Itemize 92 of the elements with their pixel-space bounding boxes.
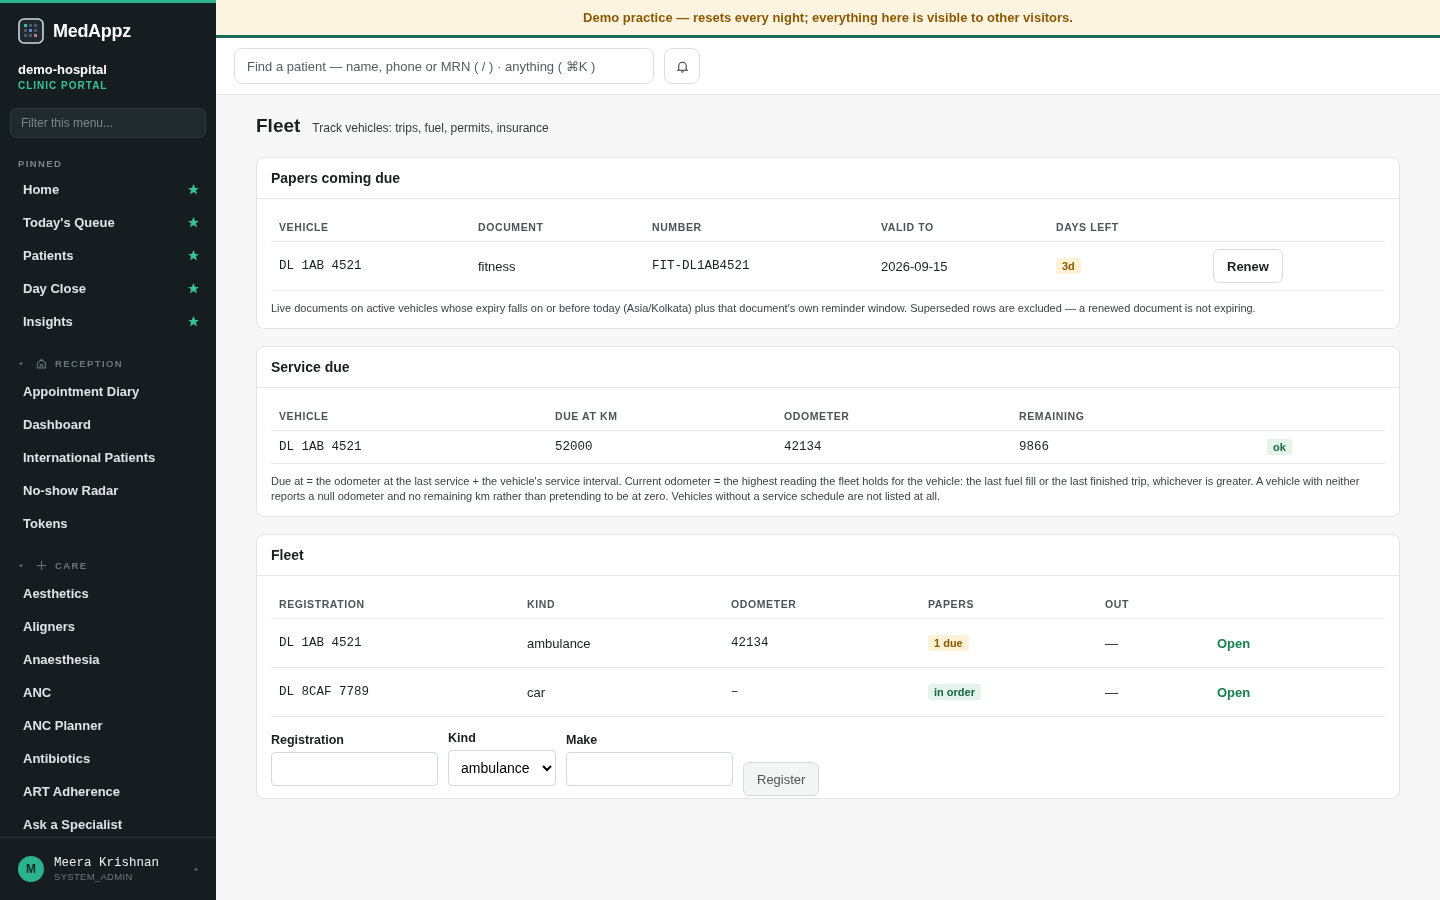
nav-item[interactable]: Aligners [0, 610, 216, 643]
status-badge: ok [1267, 439, 1292, 455]
nav-item[interactable]: Day Close [0, 272, 216, 305]
nav-item[interactable]: Antibiotics [0, 742, 216, 775]
column-header: ODOMETER [730, 598, 798, 610]
nav-group-header[interactable]: RECEPTION [0, 338, 216, 375]
page-subtitle: Track vehicles: trips, fuel, permits, insurance [312, 121, 549, 135]
star-icon [187, 183, 200, 196]
column-header: NUMBER [651, 221, 703, 233]
table-cell-text: – [730, 685, 740, 699]
nav-item[interactable]: Anaesthesia [0, 643, 216, 676]
open-link[interactable]: Open [1217, 635, 1251, 651]
house-icon [36, 358, 47, 369]
column-header: DAYS LEFT [1055, 221, 1120, 233]
column-header: PAPERS [927, 598, 975, 610]
user-role: SYSTEM_ADMIN [54, 871, 134, 882]
user-avatar: M [18, 856, 44, 882]
table-cell-text: 42134 [730, 636, 770, 650]
renew-button[interactable]: Renew [1213, 249, 1283, 283]
org-name: demo-hospital [17, 61, 108, 77]
column-header: ODOMETER [783, 410, 851, 422]
table-cell-text: FIT-DL1AB4521 [651, 259, 751, 273]
column-header: REGISTRATION [278, 598, 366, 610]
status-badge: 1 due [928, 635, 969, 651]
bell-icon [675, 59, 689, 73]
register-button[interactable]: Register [743, 762, 820, 796]
column-header: REMAINING [1018, 410, 1086, 422]
nav-item[interactable]: Tokens [0, 507, 216, 540]
card-note: Live documents on active vehicles whose expiry falls on or before today (Asia/Kolkata) plus that document's own reminder window. Superseded rows are excluded — a renewed document is not expiring. [271, 301, 1257, 316]
nav-item[interactable]: ART Adherence [0, 775, 216, 808]
input-field[interactable] [566, 752, 733, 786]
nav-item[interactable]: No-show Radar [0, 474, 216, 507]
nav-item[interactable]: International Patients [0, 441, 216, 474]
nav-item[interactable]: Insights [0, 305, 216, 338]
table-cell-text: fitness [477, 258, 517, 274]
table-cell-text: DL 1AB 4521 [278, 636, 363, 650]
nav-item[interactable]: Dashboard [0, 408, 216, 441]
nav-item[interactable]: Appointment Diary [0, 375, 216, 408]
table-cell-text: car [526, 684, 547, 700]
brand-name: MedAppz [53, 20, 131, 42]
search-field[interactable]: Find a patient — name, phone or MRN ( / ) · anything ( ⌘K ) [234, 48, 654, 84]
table-cell-text: 42134 [783, 440, 823, 454]
field-label: Make [566, 733, 599, 747]
user-name: Meera Krishnan [54, 856, 161, 870]
table-cell-text: DL 8CAF 7789 [278, 685, 370, 699]
demo-banner: Demo practice — resets every night; everything here is visible to other visitors. [216, 0, 1440, 38]
field-label: Kind [448, 731, 477, 745]
table-cell-text: 2026-09-15 [880, 258, 949, 274]
nav-item[interactable]: ANC [0, 676, 216, 709]
page-title: Fleet [256, 115, 301, 137]
caret-icon[interactable] [194, 867, 198, 871]
table-cell-text: DL 1AB 4521 [278, 259, 363, 273]
nav-item[interactable]: Home [0, 173, 216, 206]
star-icon [187, 216, 200, 229]
card-note: Due at = the odometer at the last service + the vehicle's service interval. Current odometer = the highest reading the fleet holds for the vehicle: the last fuel fill or the last finished trip, whichever is greater. A vehicle with neither reports a null odometer and no remaining km rather than pretending to be at zero. Vehicles without a service schedule are not listed at all. [271, 474, 1361, 504]
nav-item[interactable]: ANC Planner [0, 709, 216, 742]
menu-filter-field[interactable]: Filter this menu... [10, 108, 206, 138]
status-badge: in order [928, 684, 981, 700]
nav-group-header[interactable]: CARE [0, 540, 216, 577]
notifications-button[interactable] [664, 48, 700, 84]
star-icon [187, 315, 200, 328]
table-cell-text: 52000 [554, 440, 594, 454]
field-label: Registration [271, 733, 345, 747]
column-header: VEHICLE [278, 221, 330, 233]
table-cell-text: DL 1AB 4521 [278, 440, 363, 454]
table-cell-text: — [1104, 635, 1119, 651]
card-title: Fleet [257, 535, 1399, 576]
plus-icon [36, 560, 47, 571]
column-header: KIND [526, 598, 557, 610]
nav-item[interactable]: Patients [0, 239, 216, 272]
nav-item[interactable]: Today's Queue [0, 206, 216, 239]
column-header: VALID TO [880, 221, 935, 233]
star-icon [187, 282, 200, 295]
logo-icon [18, 18, 44, 44]
nav-item[interactable]: Ask a Specialist [0, 808, 216, 837]
open-link[interactable]: Open [1217, 684, 1251, 700]
table-cell-text: ambulance [526, 635, 592, 651]
column-header: DOCUMENT [477, 221, 545, 233]
org-subtitle: CLINIC PORTAL [17, 79, 109, 91]
column-header: VEHICLE [278, 410, 330, 422]
section-label: PINNED [17, 157, 64, 171]
card-title: Papers coming due [257, 158, 1399, 199]
input-field[interactable] [271, 752, 438, 786]
column-header: DUE AT KM [554, 410, 619, 422]
column-header: OUT [1104, 598, 1130, 610]
star-icon [187, 249, 200, 262]
card-title: Service due [257, 347, 1399, 388]
kind-select[interactable]: ambulance [448, 750, 556, 786]
nav-item[interactable]: Aesthetics [0, 577, 216, 610]
table-cell-text: 9866 [1018, 440, 1050, 454]
status-badge: 3d [1056, 258, 1081, 274]
table-cell-text: — [1104, 684, 1119, 700]
